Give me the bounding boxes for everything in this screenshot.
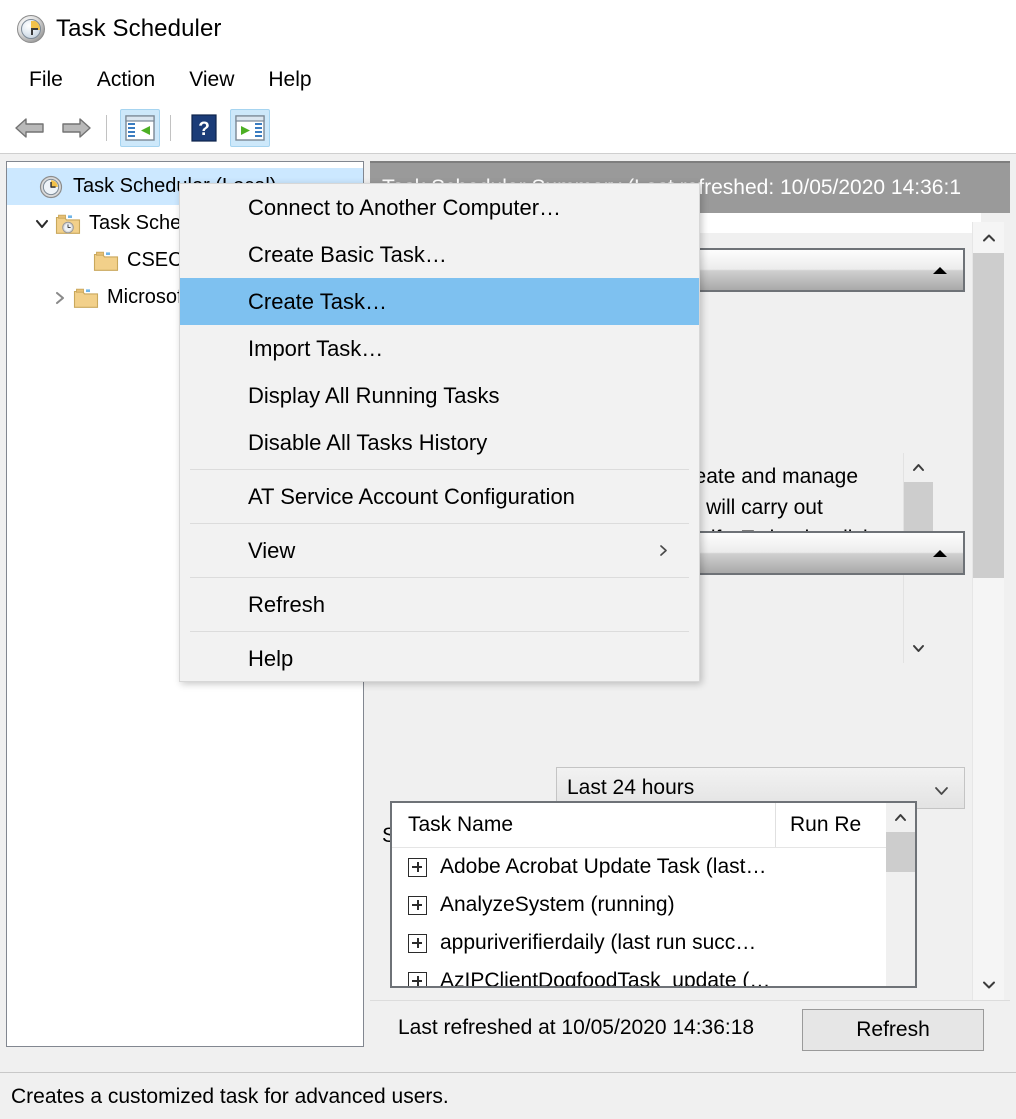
context-menu-separator xyxy=(190,523,689,524)
context-menu-item-connect-to-another-computer[interactable]: Connect to Another Computer… xyxy=(180,184,699,231)
chevron-right-icon xyxy=(656,538,671,564)
task-table-scrollbar[interactable] xyxy=(886,803,915,986)
help-button[interactable]: ? xyxy=(184,109,224,147)
clock-icon xyxy=(17,15,45,43)
context-menu-item-view[interactable]: View xyxy=(180,527,699,574)
scroll-down-icon[interactable] xyxy=(973,969,1004,1000)
scroll-down-icon[interactable] xyxy=(904,634,933,663)
task-name-cell: AnalyzeSystem (running) xyxy=(440,893,675,917)
context-menu-item-disable-all-tasks-history[interactable]: Disable All Tasks History xyxy=(180,419,699,466)
plus-box-icon[interactable] xyxy=(408,858,427,877)
table-row[interactable]: AzIPClientDogfoodTask_update (… xyxy=(392,962,915,988)
tree-node-label: Microsoft xyxy=(107,286,188,309)
table-row[interactable]: Adobe Acrobat Update Task (last… xyxy=(392,848,915,886)
context-menu-separator xyxy=(190,577,689,578)
status-bar: Creates a customized task for advanced u… xyxy=(0,1072,1016,1119)
context-menu-item-create-task[interactable]: Create Task… xyxy=(180,278,699,325)
action-pane-icon xyxy=(235,115,265,141)
context-menu-item-create-basic-task[interactable]: Create Basic Task… xyxy=(180,231,699,278)
context-menu-item-at-service-account-configuration[interactable]: AT Service Account Configuration xyxy=(180,473,699,520)
triangle-up-icon xyxy=(933,550,947,557)
toolbar: ? xyxy=(0,103,1016,154)
context-menu: Connect to Another Computer… Create Basi… xyxy=(179,183,700,682)
context-menu-separator xyxy=(190,469,689,470)
back-button[interactable] xyxy=(10,109,50,147)
toolbar-separator xyxy=(106,115,107,141)
show-hide-console-tree-button[interactable] xyxy=(120,109,160,147)
show-hide-action-pane-button[interactable] xyxy=(230,109,270,147)
triangle-up-icon xyxy=(933,267,947,274)
task-scheduler-window: Task Scheduler File Action View Help xyxy=(0,0,1016,1119)
chevron-right-icon[interactable] xyxy=(47,285,73,311)
folder-clock-icon xyxy=(55,212,81,236)
window-title: Task Scheduler xyxy=(56,15,222,43)
back-arrow-icon xyxy=(14,116,46,140)
clock-icon xyxy=(39,175,65,199)
column-header-task-name[interactable]: Task Name xyxy=(392,803,776,847)
task-name-cell: Adobe Acrobat Update Task (last… xyxy=(440,855,766,879)
task-status-period-value: Last 24 hours xyxy=(567,776,694,800)
svg-text:?: ? xyxy=(198,119,210,140)
menu-item-help[interactable]: Help xyxy=(255,65,324,95)
menu-item-action[interactable]: Action xyxy=(84,65,168,95)
scroll-up-icon[interactable] xyxy=(973,222,1004,253)
chevron-down-icon xyxy=(933,781,950,805)
context-menu-separator xyxy=(190,631,689,632)
task-status-table: Task Name Run Re Adobe Acrobat Update Ta… xyxy=(390,801,917,988)
status-bar-text: Creates a customized task for advanced u… xyxy=(11,1085,449,1109)
help-question-icon: ? xyxy=(191,114,217,142)
summary-pane-scrollbar[interactable] xyxy=(972,222,1004,1000)
menu-item-view[interactable]: View xyxy=(176,65,247,95)
context-menu-item-refresh[interactable]: Refresh xyxy=(180,581,699,628)
last-refreshed-label: Last refreshed at 10/05/2020 14:36:18 xyxy=(398,1016,754,1040)
context-menu-item-help[interactable]: Help xyxy=(180,635,699,682)
scroll-up-icon[interactable] xyxy=(886,803,915,832)
scrollbar-thumb[interactable] xyxy=(973,253,1004,578)
forward-arrow-icon xyxy=(60,116,92,140)
twisty-none-icon xyxy=(67,248,93,274)
plus-box-icon[interactable] xyxy=(408,972,427,989)
context-menu-item-import-task[interactable]: Import Task… xyxy=(180,325,699,372)
chevron-down-icon[interactable] xyxy=(29,211,55,237)
task-name-cell: AzIPClientDogfoodTask_update (… xyxy=(440,969,770,988)
console-tree-icon xyxy=(125,115,155,141)
folder-icon xyxy=(73,286,99,310)
title-bar: Task Scheduler xyxy=(0,0,1016,57)
scroll-up-icon[interactable] xyxy=(904,453,933,482)
table-row[interactable]: AnalyzeSystem (running) xyxy=(392,886,915,924)
plus-box-icon[interactable] xyxy=(408,896,427,915)
twisty-none-icon xyxy=(13,174,39,200)
table-header-row: Task Name Run Re xyxy=(392,803,915,848)
refresh-button[interactable]: Refresh xyxy=(802,1009,984,1051)
menu-bar: File Action View Help xyxy=(0,57,1016,104)
context-menu-item-display-all-running-tasks[interactable]: Display All Running Tasks xyxy=(180,372,699,419)
scrollbar-thumb[interactable] xyxy=(886,832,915,872)
table-row[interactable]: appuriverifierdaily (last run succ… xyxy=(392,924,915,962)
task-name-cell: appuriverifierdaily (last run succ… xyxy=(440,931,756,955)
menu-item-file[interactable]: File xyxy=(16,65,76,95)
forward-button[interactable] xyxy=(56,109,96,147)
refresh-bar: Last refreshed at 10/05/2020 14:36:18 Re… xyxy=(370,1000,1010,1059)
tree-node-label: CSEC xyxy=(127,249,183,272)
plus-box-icon[interactable] xyxy=(408,934,427,953)
context-menu-item-label: View xyxy=(248,538,295,564)
toolbar-separator-2 xyxy=(170,115,171,141)
folder-icon xyxy=(93,249,119,273)
